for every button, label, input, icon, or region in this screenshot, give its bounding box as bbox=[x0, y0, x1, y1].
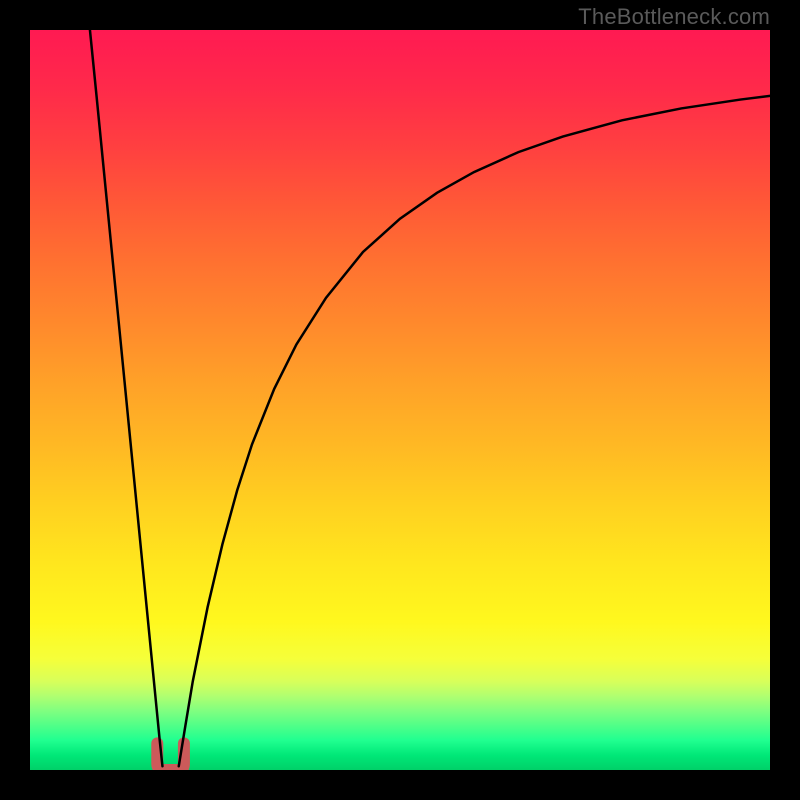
watermark-text: TheBottleneck.com bbox=[578, 4, 770, 30]
curve-left-branch bbox=[90, 30, 163, 766]
curve-right-branch bbox=[179, 96, 770, 766]
curve-layer bbox=[30, 30, 770, 770]
chart-frame: TheBottleneck.com bbox=[0, 0, 800, 800]
plot-area bbox=[30, 30, 770, 770]
